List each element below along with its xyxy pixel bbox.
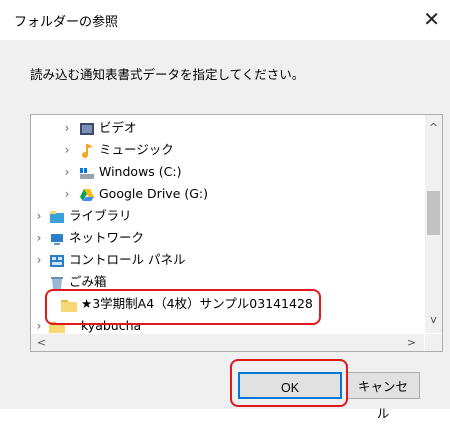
recycle-bin-icon	[49, 275, 65, 289]
chevron-right-icon[interactable]: ›	[33, 249, 45, 271]
windows-drive-icon	[79, 165, 95, 179]
tree-item-label: Windows (C:)	[99, 164, 182, 179]
highlight-annotation-folder	[45, 289, 321, 325]
google-drive-icon	[79, 187, 95, 201]
tree-item-music[interactable]: › ミュージック	[31, 139, 424, 161]
chevron-right-icon[interactable]: ›	[33, 205, 45, 227]
music-note-icon	[79, 143, 95, 158]
chevron-right-icon[interactable]: ›	[33, 315, 45, 333]
tree-item-windows-c[interactable]: › Windows (C:)	[31, 161, 424, 183]
tree-item-video[interactable]: › ビデオ	[31, 117, 424, 139]
tree-item-network[interactable]: › ネットワーク	[31, 227, 424, 249]
tree-item-label: ネットワーク	[69, 230, 145, 245]
video-folder-icon	[79, 121, 95, 135]
tree-item-google-drive[interactable]: › Google Drive (G:)	[31, 183, 424, 205]
scroll-right-icon[interactable]: >	[403, 334, 420, 351]
network-icon	[49, 231, 65, 245]
chevron-right-icon[interactable]: ›	[61, 161, 73, 183]
dialog-title: フォルダーの参照	[14, 15, 119, 30]
control-panel-icon	[49, 253, 65, 267]
title-bar: フォルダーの参照 ✕	[0, 0, 450, 40]
library-icon	[49, 209, 65, 223]
instruction-text: 読み込む通知表書式データを指定してください。	[30, 67, 305, 82]
scroll-up-icon[interactable]: ^	[425, 121, 442, 134]
tree-item-library[interactable]: › ライブラリ	[31, 205, 424, 227]
highlight-annotation-ok	[230, 359, 348, 407]
vertical-scrollbar[interactable]: ^ v	[425, 115, 442, 333]
close-icon[interactable]: ✕	[423, 7, 440, 31]
tree-item-label: ライブラリ	[69, 208, 132, 223]
tree-item-label: Google Drive (G:)	[99, 186, 209, 201]
tree-item-label: ミュージック	[99, 142, 174, 157]
tree-item-label: ビデオ	[99, 120, 137, 135]
horizontal-scrollbar[interactable]: < >	[31, 334, 424, 351]
cancel-button[interactable]: キャンセル	[346, 372, 420, 421]
tree-item-control-panel[interactable]: › コントロール パネル	[31, 249, 424, 271]
chevron-right-icon[interactable]: ›	[33, 227, 45, 249]
scroll-down-icon[interactable]: v	[425, 313, 442, 326]
chevron-right-icon[interactable]: ›	[61, 183, 73, 205]
chevron-right-icon[interactable]: ›	[61, 139, 73, 161]
scrollbar-corner	[425, 334, 442, 351]
chevron-right-icon[interactable]: ›	[61, 117, 73, 139]
tree-item-label: コントロール パネル	[69, 252, 186, 267]
scrollbar-thumb[interactable]	[427, 191, 440, 235]
scroll-left-icon[interactable]: <	[33, 334, 50, 351]
